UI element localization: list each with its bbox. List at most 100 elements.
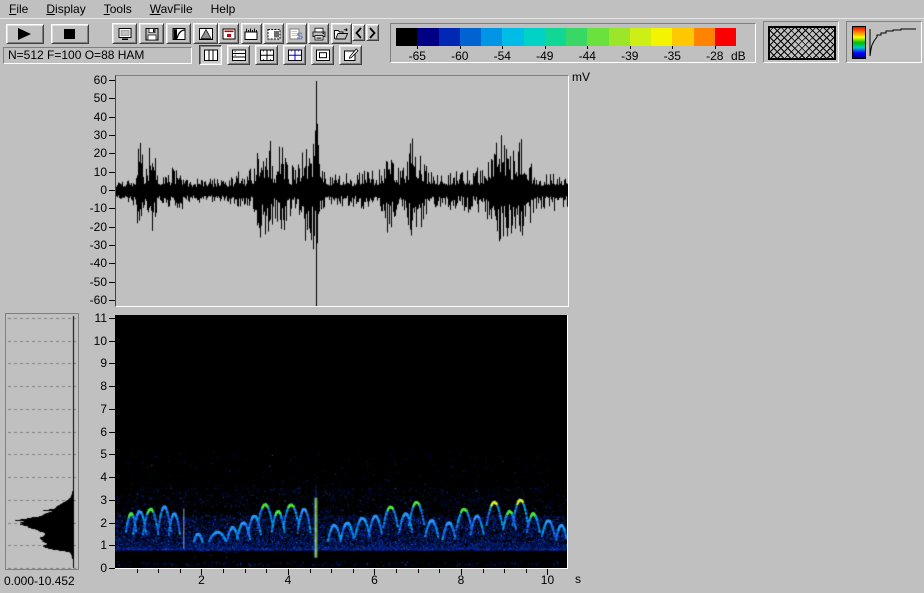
spec-y-tick-label: 0 — [100, 561, 107, 575]
prev-icon — [355, 26, 362, 39]
color-scale-segment-15 — [714, 28, 736, 46]
wave-y-tick — [109, 226, 115, 228]
open-file-button[interactable] — [330, 23, 352, 44]
spec-y-tick — [109, 477, 115, 479]
signal-options-icon: S — [289, 28, 304, 41]
signal-options-button[interactable]: S — [285, 23, 307, 44]
frequency-scale-button[interactable] — [240, 23, 262, 44]
spec-x-tick — [266, 569, 268, 573]
waveform-unit-label: mV — [572, 70, 590, 84]
grid-border-button[interactable] — [311, 45, 334, 65]
spec-y-tick — [109, 545, 115, 547]
time-range-label: 0.000-10.452 — [4, 574, 75, 588]
menu-item-help[interactable]: Help — [202, 1, 245, 17]
wave-y-tick-label: -60 — [89, 292, 107, 307]
next-button[interactable] — [366, 24, 379, 41]
grid-horizontal-button[interactable] — [227, 45, 250, 65]
spec-y-tick-label: 11 — [94, 311, 107, 325]
grid-both-button[interactable] — [255, 45, 278, 65]
svg-text:S: S — [297, 31, 304, 41]
spec-y-tick — [109, 318, 115, 319]
spec-x-tick — [482, 569, 484, 573]
display-settings-button[interactable] — [112, 23, 137, 44]
waveform-canvas — [116, 76, 568, 306]
wave-y-tick — [109, 299, 115, 301]
spec-y-tick — [109, 340, 115, 342]
menu-item-file[interactable]: File — [0, 1, 37, 17]
play-button[interactable] — [6, 24, 44, 44]
spec-y-tick-label: 9 — [100, 356, 107, 371]
wave-y-tick-label: 20 — [93, 146, 107, 161]
window-function-button[interactable] — [193, 23, 218, 44]
wave-y-tick — [109, 281, 115, 283]
spectrogram-view-button[interactable] — [218, 23, 239, 44]
wave-y-tick — [109, 263, 115, 265]
transfer-curve-panel — [846, 21, 922, 63]
spec-y-tick-label: 1 — [100, 538, 107, 553]
spec-y-tick-label: 7 — [100, 401, 107, 416]
save-icon — [145, 27, 158, 40]
stop-icon — [64, 29, 75, 39]
spectrogram-canvas — [115, 315, 567, 568]
color-scale-segment-11 — [629, 28, 651, 46]
spec-x-tick-label: 6 — [371, 573, 378, 587]
save-button[interactable] — [139, 23, 164, 44]
wave-y-tick-label: 0 — [100, 182, 107, 197]
grid-both-alt-button[interactable] — [283, 45, 306, 65]
grid-horizontal-icon — [231, 49, 246, 61]
wave-y-tick — [109, 189, 115, 191]
palette-gradient — [852, 26, 866, 59]
menu-item-tools[interactable]: Tools — [95, 1, 141, 17]
wave-y-tick — [109, 80, 115, 81]
spec-x-tick-label: 8 — [457, 573, 465, 587]
spec-y-tick — [109, 408, 115, 410]
hatch-pattern-panel — [763, 21, 839, 63]
wave-y-tick-label: -50 — [89, 274, 107, 289]
spec-y-tick-label: 8 — [100, 379, 107, 394]
stop-button[interactable] — [51, 24, 89, 44]
print-button[interactable] — [308, 23, 329, 44]
spec-x-tick-label: 4 — [284, 573, 292, 587]
select-region-button[interactable] — [263, 23, 284, 44]
spec-x-tick — [309, 569, 311, 573]
spec-y-tick-label: 6 — [100, 424, 107, 439]
open-file-icon — [334, 27, 349, 39]
menu-item-display[interactable]: Display — [37, 1, 94, 17]
spec-x-tick-label: 2 — [198, 573, 205, 587]
spec-y-tick-label: 5 — [100, 447, 107, 462]
spec-y-tick — [109, 431, 115, 433]
wave-y-tick-label: 40 — [93, 109, 107, 124]
next-icon — [369, 26, 376, 39]
transfer-curve-button[interactable] — [166, 23, 191, 44]
wave-y-tick — [109, 116, 115, 118]
average-spectrum-panel — [5, 313, 79, 570]
spec-y-tick — [109, 522, 115, 524]
color-scale-label: -49 — [536, 49, 554, 63]
color-scale-segment-0 — [396, 28, 418, 46]
wave-y-tick-label: -30 — [89, 237, 107, 252]
color-scale-label: -39 — [621, 49, 639, 63]
grid-vertical-button[interactable] — [199, 45, 222, 65]
color-scale-segment-5 — [502, 28, 524, 46]
grid-both-icon — [259, 49, 274, 61]
color-scale-segment-14 — [693, 28, 715, 46]
annotate-icon — [343, 48, 359, 61]
menu-item-wavfile[interactable]: WavFile — [141, 1, 202, 17]
spec-x-tick — [136, 569, 138, 573]
spec-y-tick-label: 3 — [100, 492, 107, 507]
spec-y-tick-label: 10 — [93, 333, 107, 348]
annotate-button[interactable] — [339, 45, 362, 65]
grid-vertical-icon — [203, 49, 218, 61]
spec-x-tick — [223, 569, 225, 573]
color-scale-label: -54 — [493, 49, 511, 63]
prev-button[interactable] — [352, 24, 365, 41]
crosshatch-pattern — [768, 26, 836, 60]
wave-y-tick-label: 30 — [93, 127, 107, 142]
color-scale-segment-7 — [544, 28, 566, 46]
spectrogram-view-icon — [222, 28, 235, 39]
wave-y-tick-label: 60 — [93, 73, 107, 87]
wave-y-tick — [109, 134, 115, 136]
color-scale-label: -44 — [578, 49, 596, 63]
spec-x-tick — [352, 569, 354, 573]
spec-x-tick-label: 10 — [540, 573, 555, 587]
